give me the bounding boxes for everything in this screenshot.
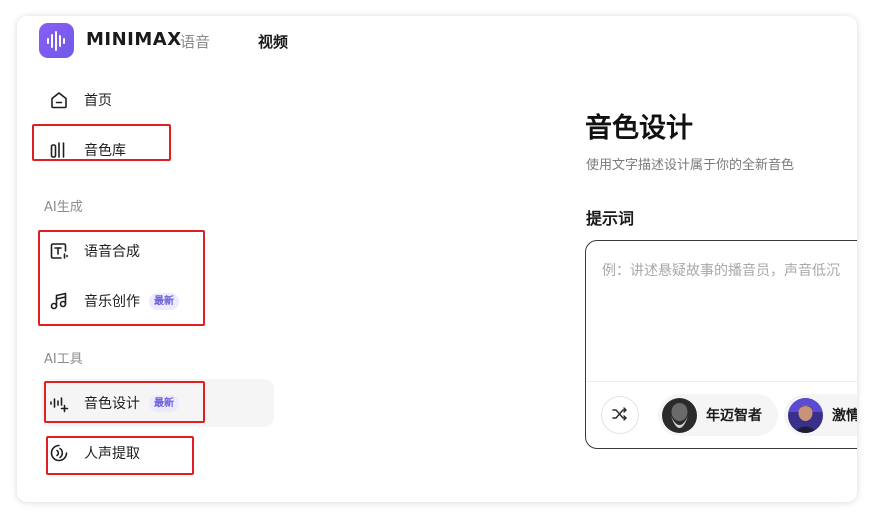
chip-label: 激情 bbox=[832, 408, 857, 424]
prompt-input[interactable]: 例：讲述悬疑故事的播音员，声音低沉 年迈智者 激 bbox=[585, 240, 857, 449]
chip-label: 年迈智者 bbox=[706, 408, 762, 424]
highlight-box bbox=[38, 230, 205, 326]
minimax-logo-icon[interactable] bbox=[39, 23, 74, 58]
nav-tab-video[interactable]: 视频 bbox=[258, 31, 288, 52]
prompt-label: 提示词 bbox=[586, 209, 635, 228]
nav-tab-voice[interactable]: 语音 bbox=[180, 31, 210, 52]
shuffle-icon bbox=[612, 406, 628, 425]
elderly-sage-avatar bbox=[662, 397, 697, 433]
section-label-ai-tools: AI工具 bbox=[44, 352, 83, 367]
page-title: 音色设计 bbox=[585, 113, 693, 144]
divider bbox=[586, 381, 857, 382]
sidebar-item-label: 首页 bbox=[84, 93, 112, 109]
highlight-box bbox=[46, 436, 194, 475]
page-subtitle: 使用文字描述设计属于你的全新音色 bbox=[586, 158, 795, 173]
passionate-man-avatar bbox=[788, 397, 823, 433]
brand-name: MINIMAX bbox=[86, 29, 182, 50]
voice-preset-chip[interactable]: 激情 bbox=[784, 394, 857, 436]
app-window: MINIMAX 语音 视频 首页 音色库 AI生成 语音合成 音乐创作 最新 A… bbox=[17, 16, 857, 502]
shuffle-button[interactable] bbox=[601, 396, 639, 434]
home-icon bbox=[48, 89, 70, 111]
sidebar-item-home[interactable]: 首页 bbox=[48, 87, 112, 113]
highlight-box bbox=[44, 381, 205, 423]
section-label-ai-generate: AI生成 bbox=[44, 200, 83, 215]
voice-preset-chip[interactable]: 年迈智者 bbox=[658, 394, 778, 436]
prompt-placeholder[interactable]: 例：讲述悬疑故事的播音员，声音低沉 bbox=[602, 260, 840, 280]
highlight-box bbox=[32, 124, 171, 161]
